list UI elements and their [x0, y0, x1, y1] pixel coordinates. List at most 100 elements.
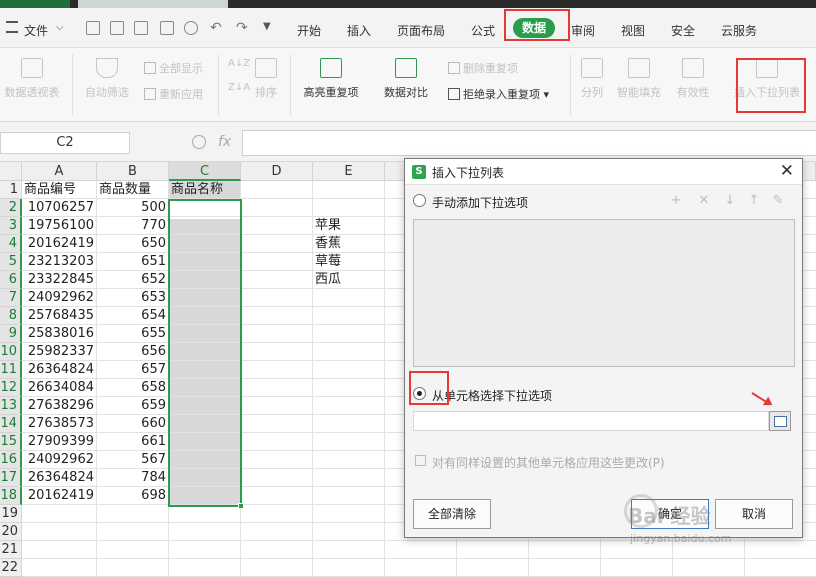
tab-formula[interactable]: 公式: [471, 22, 495, 39]
cell-b8[interactable]: 654: [99, 307, 169, 325]
redo-icon[interactable]: ↷: [236, 20, 248, 36]
cell-a17[interactable]: 26364824: [24, 469, 97, 487]
row-header-3[interactable]: 3: [0, 217, 22, 235]
tab-home[interactable]: 开始: [297, 22, 321, 39]
select-all-corner[interactable]: [0, 162, 22, 181]
cell-a13[interactable]: 27638296: [24, 397, 97, 415]
row-header-21[interactable]: 21: [0, 541, 22, 559]
pdf-export-icon[interactable]: [134, 21, 148, 35]
close-icon[interactable]: ✕: [780, 161, 794, 181]
text-to-columns-button[interactable]: 分列: [576, 58, 608, 100]
reapply-button[interactable]: 重新应用: [144, 86, 203, 102]
column-header-a[interactable]: A: [22, 162, 97, 181]
cell-a2[interactable]: 10706257: [24, 199, 97, 217]
preview-icon[interactable]: [184, 21, 198, 35]
cell-a10[interactable]: 25982337: [24, 343, 97, 361]
cell-b12[interactable]: 658: [99, 379, 169, 397]
document-tab[interactable]: [78, 0, 228, 8]
tab-view[interactable]: 视图: [621, 22, 645, 39]
column-header-b[interactable]: B: [97, 162, 169, 181]
cell-e3[interactable]: 苹果: [315, 217, 385, 235]
cell-a15[interactable]: 27909399: [24, 433, 97, 451]
row-header-20[interactable]: 20: [0, 523, 22, 541]
cell-b6[interactable]: 652: [99, 271, 169, 289]
sort-desc-icon[interactable]: Z↓A: [228, 82, 250, 93]
row-header-2[interactable]: 2: [0, 199, 22, 217]
add-item-icon[interactable]: +: [669, 194, 683, 208]
cell-b16[interactable]: 567: [99, 451, 169, 469]
cell-a7[interactable]: 24092962: [24, 289, 97, 307]
quick-access-more-icon[interactable]: ▼: [263, 21, 271, 32]
name-box[interactable]: C2: [0, 132, 130, 154]
app-tab[interactable]: [0, 0, 70, 8]
tab-page-layout[interactable]: 页面布局: [397, 22, 445, 39]
sort-button[interactable]: 排序: [250, 58, 282, 100]
show-all-button[interactable]: 全部显示: [144, 60, 203, 76]
header-cell-a[interactable]: 商品编号: [24, 181, 97, 199]
row-header-4[interactable]: 4: [0, 235, 22, 253]
zoom-icon[interactable]: [192, 135, 206, 149]
row-header-8[interactable]: 8: [0, 307, 22, 325]
row-header-1[interactable]: 1: [0, 181, 22, 199]
row-header-9[interactable]: 9: [0, 325, 22, 343]
formula-input[interactable]: [242, 130, 816, 156]
cell-a8[interactable]: 25768435: [24, 307, 97, 325]
row-header-12[interactable]: 12: [0, 379, 22, 397]
undo-icon[interactable]: ↶: [210, 20, 222, 36]
tab-cloud[interactable]: 云服务: [721, 22, 757, 39]
header-cell-c[interactable]: 商品名称: [171, 181, 241, 199]
delete-item-icon[interactable]: ✕: [697, 194, 711, 208]
auto-filter-button[interactable]: 自动筛选: [80, 58, 134, 100]
save-icon[interactable]: [110, 21, 124, 35]
cell-b7[interactable]: 653: [99, 289, 169, 307]
cell-e4[interactable]: 香蕉: [315, 235, 385, 253]
row-header-16[interactable]: 16: [0, 451, 22, 469]
row-header-15[interactable]: 15: [0, 433, 22, 451]
cell-e5[interactable]: 草莓: [315, 253, 385, 271]
sort-asc-icon[interactable]: A↓Z: [228, 58, 250, 69]
cell-a5[interactable]: 23213203: [24, 253, 97, 271]
row-header-22[interactable]: 22: [0, 559, 22, 577]
delete-duplicates-button[interactable]: 删除重复项: [448, 60, 518, 76]
row-header-6[interactable]: 6: [0, 271, 22, 289]
highlight-duplicates-button[interactable]: 高亮重复项: [296, 58, 366, 100]
fill-handle[interactable]: [238, 503, 244, 509]
row-header-10[interactable]: 10: [0, 343, 22, 361]
tab-security[interactable]: 安全: [671, 22, 695, 39]
validity-button[interactable]: 有效性: [672, 58, 714, 100]
reject-duplicates-button[interactable]: 拒绝录入重复项 ▾: [448, 86, 549, 102]
range-picker-icon[interactable]: [769, 411, 791, 431]
row-header-14[interactable]: 14: [0, 415, 22, 433]
cell-a9[interactable]: 25838016: [24, 325, 97, 343]
edit-icon[interactable]: ✎: [771, 194, 785, 208]
cell-a4[interactable]: 20162419: [24, 235, 97, 253]
move-up-icon[interactable]: ↑: [747, 194, 761, 208]
manual-option-radio[interactable]: [413, 194, 426, 207]
cell-a3[interactable]: 19756100: [24, 217, 97, 235]
cell-b5[interactable]: 651: [99, 253, 169, 271]
cell-b2[interactable]: 500: [99, 199, 169, 217]
cell-a16[interactable]: 24092962: [24, 451, 97, 469]
fx-icon[interactable]: fx: [218, 134, 231, 150]
tab-review[interactable]: 审阅: [571, 22, 595, 39]
pivot-table-button[interactable]: 数据透视表: [0, 58, 64, 100]
tab-insert[interactable]: 插入: [347, 22, 371, 39]
open-icon[interactable]: [86, 21, 100, 35]
column-header-c[interactable]: C: [169, 162, 241, 181]
hamburger-icon[interactable]: [6, 21, 18, 33]
chevron-down-icon[interactable]: ⌵: [56, 22, 64, 33]
cell-a6[interactable]: 23322845: [24, 271, 97, 289]
header-cell-b[interactable]: 商品数量: [99, 181, 169, 199]
move-down-icon[interactable]: ↓: [723, 194, 737, 208]
column-header-d[interactable]: D: [241, 162, 313, 181]
row-header-11[interactable]: 11: [0, 361, 22, 379]
cell-b9[interactable]: 655: [99, 325, 169, 343]
column-header-e[interactable]: E: [313, 162, 385, 181]
manual-options-list[interactable]: [413, 219, 795, 367]
cell-b10[interactable]: 656: [99, 343, 169, 361]
row-header-13[interactable]: 13: [0, 397, 22, 415]
cell-b15[interactable]: 661: [99, 433, 169, 451]
smart-fill-button[interactable]: 智能填充: [614, 58, 664, 100]
cell-b3[interactable]: 770: [99, 217, 169, 235]
row-header-17[interactable]: 17: [0, 469, 22, 487]
